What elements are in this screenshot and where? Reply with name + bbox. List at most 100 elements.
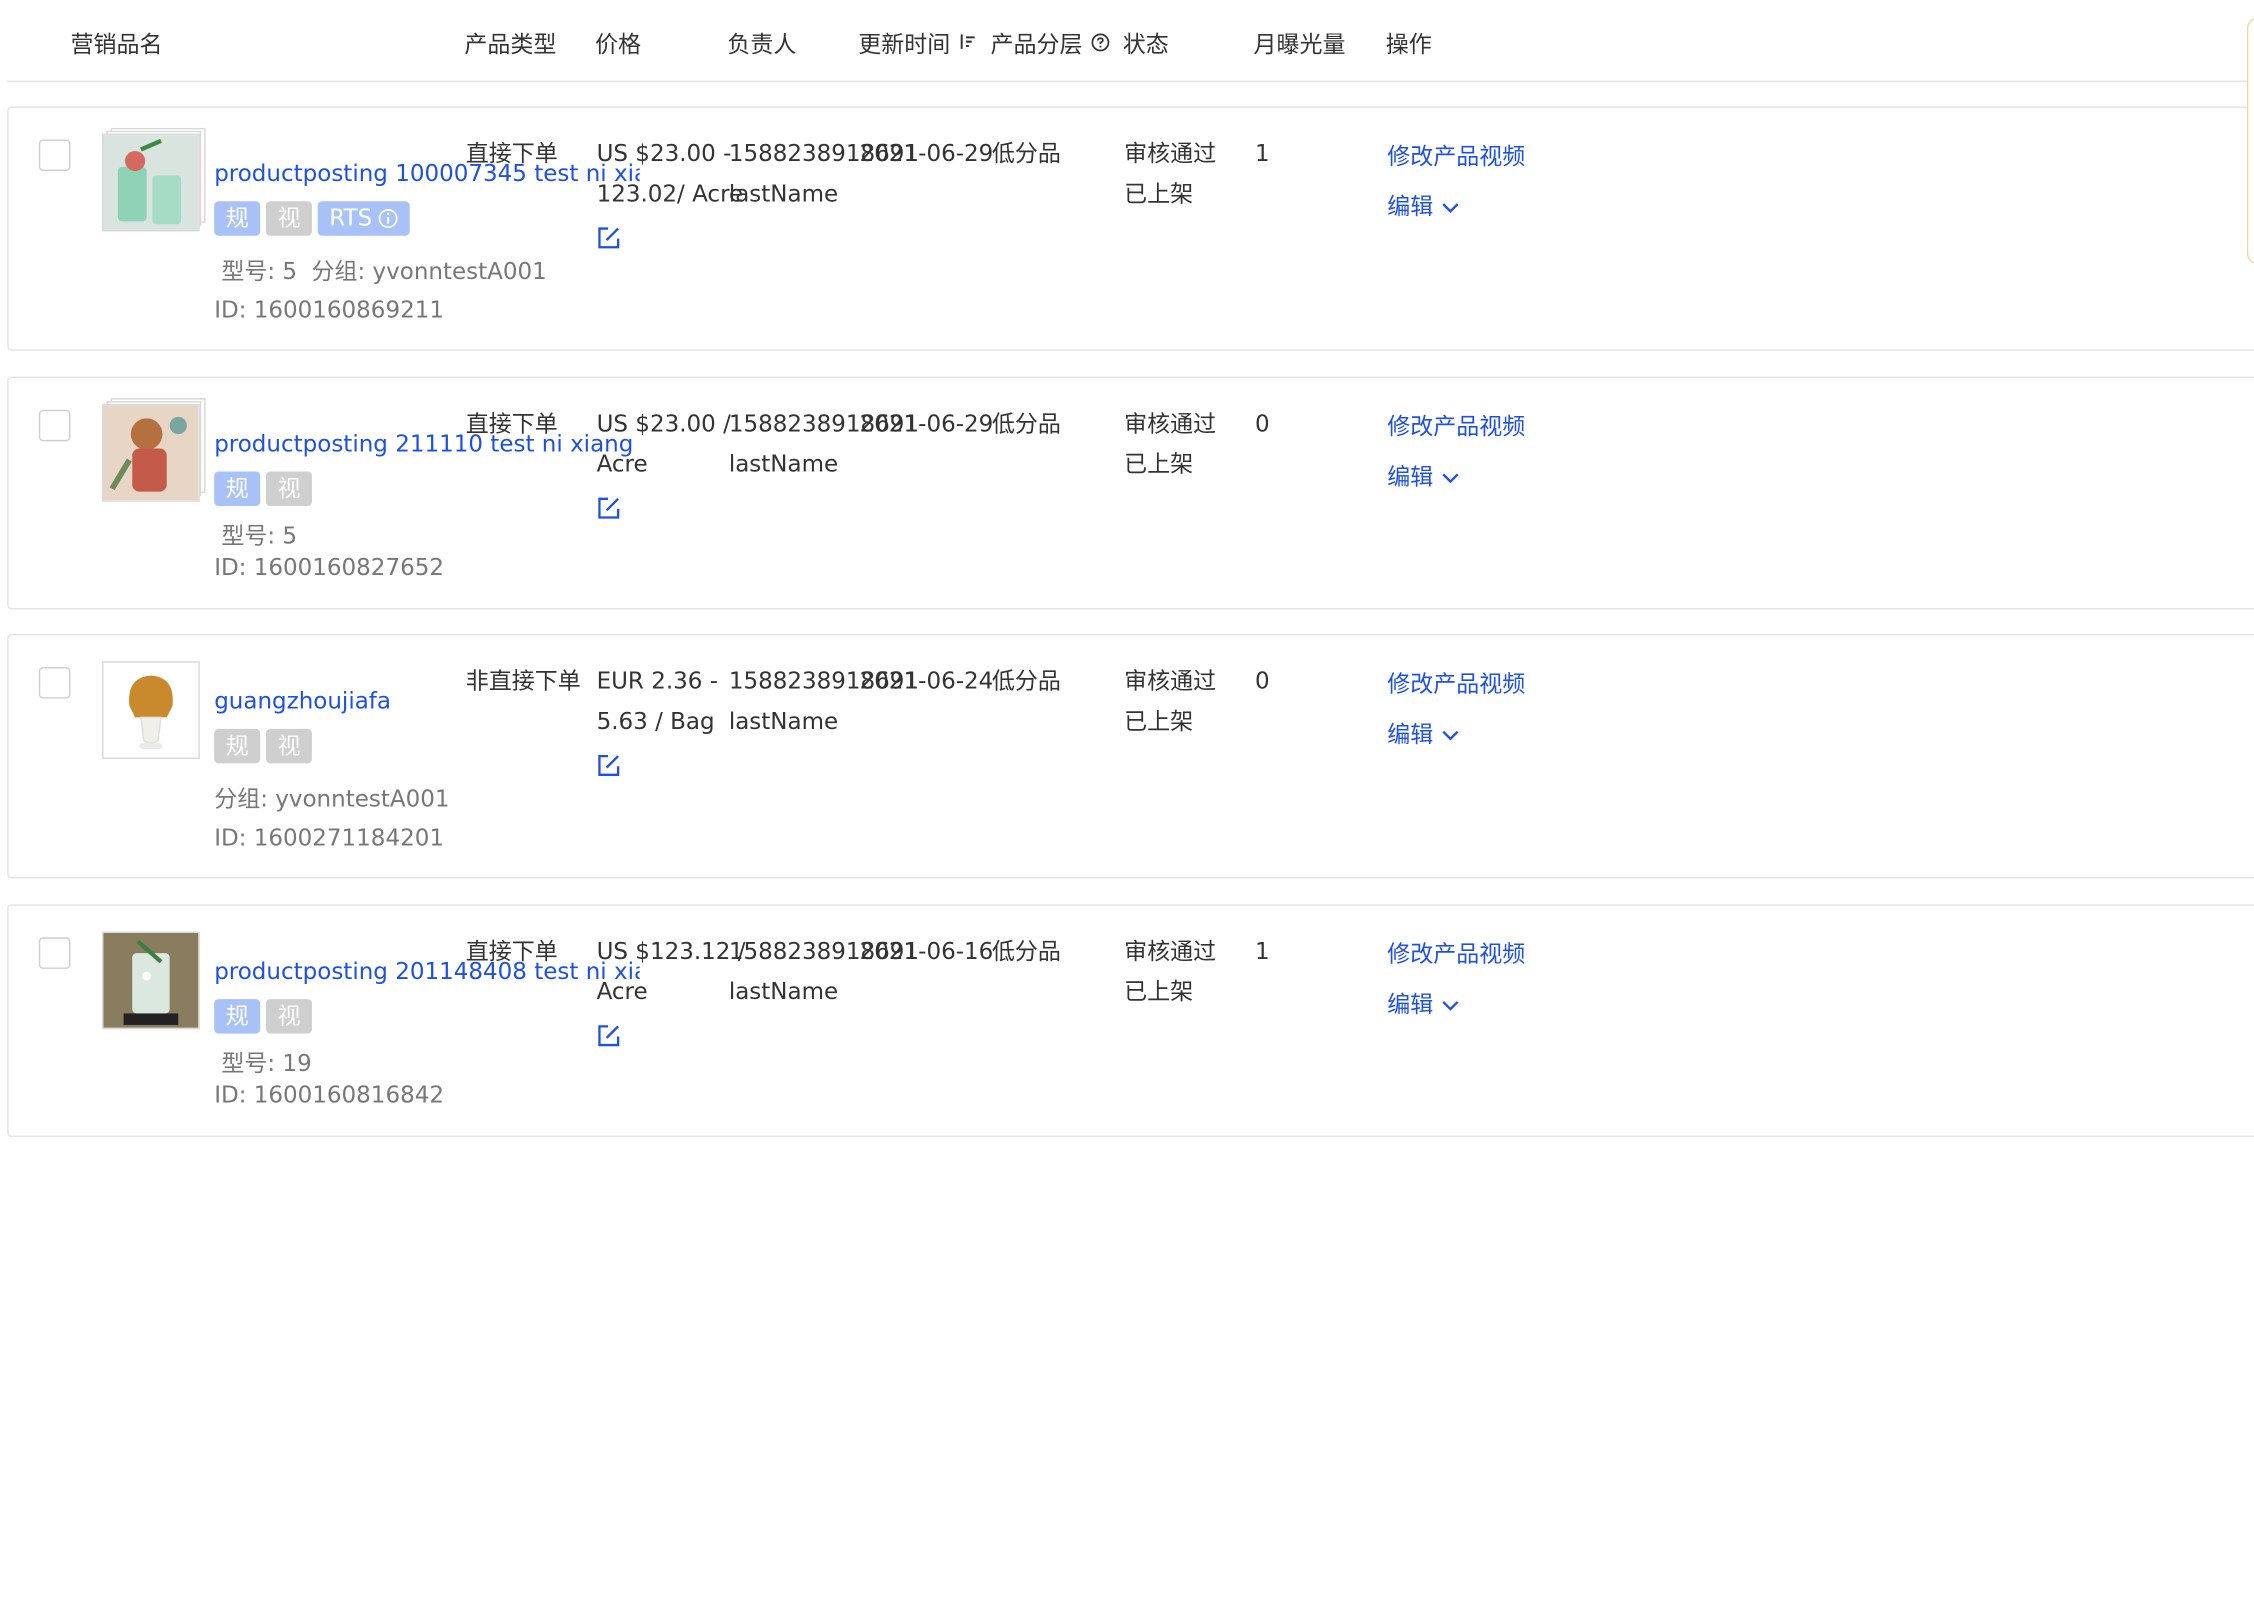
product-thumbnail[interactable] xyxy=(102,661,200,759)
header-product-tier: 产品分层 xyxy=(990,24,1110,59)
price-line-2: 5.63 / Bag xyxy=(596,707,715,735)
table-row: productposting 100007345 test ni xiang 规… xyxy=(7,106,2254,351)
product-tier: 低分品 xyxy=(991,139,1061,167)
product-tier: 低分品 xyxy=(991,667,1061,695)
product-image xyxy=(102,403,200,502)
owner-name: lastName xyxy=(728,707,839,735)
model-label: 型号: 5 xyxy=(221,521,298,550)
listing-status: 已上架 xyxy=(1124,707,1194,735)
chevron-down-icon xyxy=(1442,472,1459,484)
header-owner: 负责人 xyxy=(727,30,797,58)
product-list-page: 营销品名 产品类型 价格 负责人 更新时间 产品分层 状态 月曝光量 操作 pr… xyxy=(0,0,2254,1610)
modify-video-link[interactable]: 修改产品视频 xyxy=(1387,664,1525,699)
product-thumbnail[interactable] xyxy=(102,931,200,1030)
product-name-link[interactable]: productposting 201148408 test ni xiang xyxy=(214,957,640,984)
product-type: 直接下单 xyxy=(465,937,558,965)
product-name-link[interactable]: productposting 211110 test ni xiang tor xyxy=(214,430,640,457)
status: 审核通过 已上架 xyxy=(1124,404,1216,485)
tag-rts[interactable]: RTS xyxy=(317,201,410,236)
owner-name: lastName xyxy=(728,977,839,1005)
product-type: 直接下单 xyxy=(465,409,558,437)
edit-label: 编辑 xyxy=(1387,720,1434,748)
review-status: 审核通过 xyxy=(1124,937,1217,965)
row-checkbox[interactable] xyxy=(38,409,71,442)
modify-video-link[interactable]: 修改产品视频 xyxy=(1387,407,1525,442)
modify-video-link[interactable]: 修改产品视频 xyxy=(1387,934,1525,969)
product-image xyxy=(102,661,200,759)
group-label: 分组: yvonntestA001 xyxy=(214,784,450,813)
price: US $23.00 / Acre xyxy=(597,404,731,533)
tag-rts-label: RTS xyxy=(329,204,373,232)
product-thumbnail[interactable] xyxy=(102,127,206,232)
owner-name: lastName xyxy=(728,449,839,478)
header-price: 价格 xyxy=(595,30,642,58)
header-monthly-exposure: 月曝光量 xyxy=(1253,30,1346,58)
chevron-down-icon xyxy=(1442,1000,1459,1012)
modify-video-link[interactable]: 修改产品视频 xyxy=(1387,137,1525,172)
product-tags: 规 视 xyxy=(214,999,312,1034)
tag-video: 视 xyxy=(265,728,312,764)
price-line-1: US $123.12 / xyxy=(596,937,746,965)
header-status: 状态 xyxy=(1122,30,1169,58)
header-actions: 操作 xyxy=(1385,30,1432,58)
tag-spec: 规 xyxy=(214,999,261,1034)
help-icon[interactable] xyxy=(1091,32,1110,51)
chevron-down-icon xyxy=(1442,730,1459,742)
price-line-2: Acre xyxy=(596,449,648,478)
edit-dropdown[interactable]: 编辑 xyxy=(1387,187,1459,222)
side-panel-edge xyxy=(2246,17,2254,265)
product-tags: 规 视 xyxy=(214,471,312,506)
table-row: guangzhoujiafa 规 视 分组: yvonntestA001 ID:… xyxy=(7,633,2254,879)
edit-price-icon[interactable] xyxy=(597,223,621,263)
model-label: 型号: 5 xyxy=(221,257,298,285)
row-checkbox[interactable] xyxy=(38,667,71,699)
row-checkbox[interactable] xyxy=(38,937,71,969)
edit-label: 编辑 xyxy=(1387,462,1434,491)
product-tags: 规 视 xyxy=(214,728,312,764)
price-line-1: US $23.00 / xyxy=(596,409,731,437)
edit-price-icon[interactable] xyxy=(597,1021,621,1061)
edit-dropdown[interactable]: 编辑 xyxy=(1387,985,1459,1020)
edit-label: 编辑 xyxy=(1387,192,1434,220)
tag-video: 视 xyxy=(265,201,312,236)
price-line-1: EUR 2.36 - xyxy=(596,667,719,695)
header-updated-time-label: 更新时间 xyxy=(858,30,951,58)
product-tags: 规 视 RTS xyxy=(214,201,410,236)
header-updated-time[interactable]: 更新时间 xyxy=(858,24,976,59)
model-label: 型号: 19 xyxy=(221,1049,312,1077)
info-icon[interactable] xyxy=(378,208,398,228)
monthly-exposure: 0 xyxy=(1254,667,1270,695)
group-label: 分组: yvonntestA001 xyxy=(311,257,547,285)
status: 审核通过 已上架 xyxy=(1124,134,1216,215)
edit-dropdown[interactable]: 编辑 xyxy=(1387,457,1459,492)
header-product-name: 营销品名 xyxy=(70,30,163,58)
monthly-exposure: 1 xyxy=(1254,937,1270,965)
product-tier: 低分品 xyxy=(991,937,1061,965)
status: 审核通过 已上架 xyxy=(1124,661,1216,742)
edit-price-icon[interactable] xyxy=(597,493,621,533)
product-tier: 低分品 xyxy=(991,409,1061,437)
tag-spec: 规 xyxy=(214,471,261,506)
product-name-link[interactable]: productposting 100007345 test ni xiang xyxy=(214,160,640,187)
listing-status: 已上架 xyxy=(1124,977,1194,1005)
monthly-exposure: 0 xyxy=(1254,409,1270,437)
price-line-2: 123.02/ Acre xyxy=(596,179,744,207)
review-status: 审核通过 xyxy=(1124,139,1217,167)
header-product-tier-label: 产品分层 xyxy=(990,30,1083,58)
price: US $23.00 - 123.02/ Acre xyxy=(596,134,744,263)
table-header: 营销品名 产品类型 价格 负责人 更新时间 产品分层 状态 月曝光量 操作 xyxy=(7,0,2254,82)
sort-icon[interactable] xyxy=(959,33,976,50)
edit-price-icon[interactable] xyxy=(597,750,621,790)
updated-date: 2021-06-16 xyxy=(859,937,994,965)
product-meta: 型号: 19 xyxy=(221,1044,311,1079)
product-meta: 型号: 5 xyxy=(221,516,297,551)
listing-status: 已上架 xyxy=(1124,179,1194,207)
tag-spec: 规 xyxy=(214,728,261,764)
product-type: 直接下单 xyxy=(465,139,558,167)
edit-dropdown[interactable]: 编辑 xyxy=(1387,714,1459,749)
updated-date: 2021-06-29 xyxy=(859,409,994,437)
product-thumbnail[interactable] xyxy=(102,398,206,502)
monthly-exposure: 1 xyxy=(1254,139,1270,167)
row-checkbox[interactable] xyxy=(38,139,71,172)
status: 审核通过 已上架 xyxy=(1124,932,1216,1013)
